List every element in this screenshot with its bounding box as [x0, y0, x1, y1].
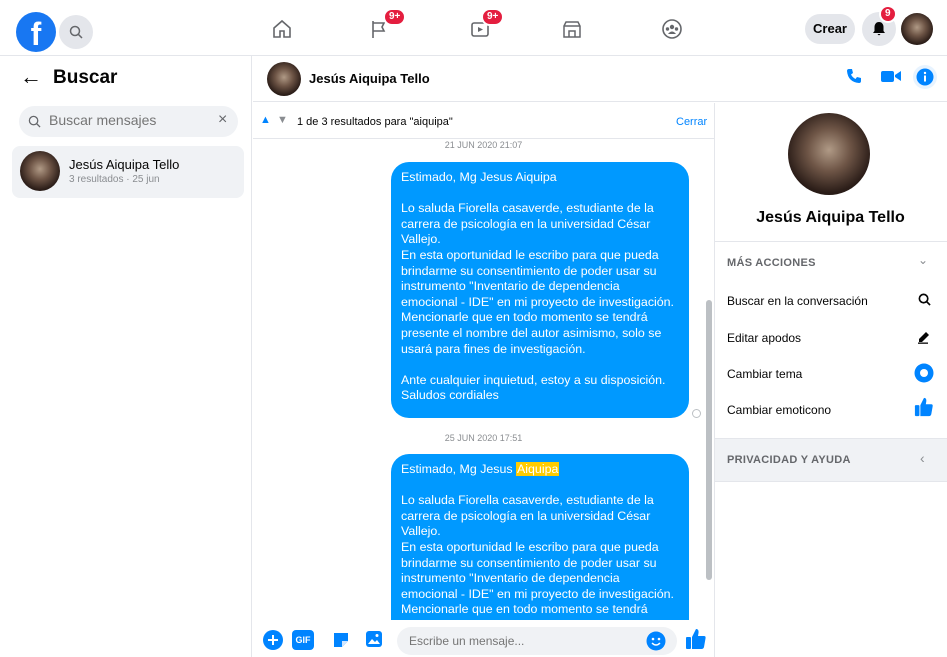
gif-icon[interactable]: GIF	[292, 630, 314, 650]
read-receipt-icon	[692, 409, 701, 418]
message-input[interactable]	[409, 634, 639, 648]
add-icon[interactable]	[263, 630, 283, 655]
message-search-box[interactable]: ×	[19, 106, 238, 137]
edit-nicknames-item[interactable]: Editar apodos	[727, 331, 801, 345]
search-status: 1 de 3 resultados para "aiquipa"	[297, 116, 453, 128]
emoji-icon[interactable]	[646, 631, 666, 656]
contact-profile-photo[interactable]	[788, 113, 870, 195]
video-call-icon[interactable]	[880, 68, 902, 89]
info-icon	[916, 68, 934, 86]
sticker-icon[interactable]	[331, 630, 351, 655]
change-theme-item[interactable]: Cambiar tema	[727, 367, 802, 381]
phone-icon[interactable]	[845, 67, 863, 90]
chat-avatar[interactable]	[267, 62, 301, 96]
groups-icon[interactable]	[650, 9, 694, 49]
search-highlight: Aiquipa	[516, 462, 560, 476]
message-text: Estimado, Mg Jesus Aiquipa Lo saluda Fio…	[401, 170, 674, 403]
message-bubble[interactable]: Estimado, Mg Jesus Aiquipa Lo saluda Fio…	[391, 162, 689, 418]
change-emoji-item[interactable]: Cambiar emoticono	[727, 403, 831, 417]
marketplace-icon[interactable]	[550, 9, 594, 49]
chat-scrollbar[interactable]	[706, 300, 712, 580]
message-text: Lo saluda Fiorella casaverde, estudiante…	[401, 493, 674, 617]
chevron-down-icon[interactable]: ⌄	[918, 253, 928, 267]
previous-result-icon[interactable]: ▲	[260, 114, 271, 126]
privacy-help-title[interactable]: PRIVACIDAD Y AYUDA	[727, 454, 851, 466]
result-meta: 3 resultados · 25 jun	[69, 174, 160, 185]
pencil-icon[interactable]	[913, 326, 935, 348]
message-date: 25 JUN 2020 17:51	[444, 433, 523, 443]
result-avatar	[20, 151, 60, 191]
chevron-left-icon[interactable]: ‹	[920, 450, 925, 466]
search-in-conversation-item[interactable]: Buscar en la conversación	[727, 294, 868, 308]
more-actions-title[interactable]: MÁS ACCIONES	[727, 257, 816, 269]
chat-contact-name[interactable]: Jesús Aiquipa Tello	[309, 71, 430, 86]
like-icon[interactable]	[913, 396, 935, 418]
like-icon[interactable]	[685, 627, 707, 656]
close-search-button[interactable]: Cerrar	[676, 116, 707, 128]
back-arrow-icon[interactable]: ←	[20, 64, 42, 90]
next-result-icon[interactable]: ▼	[277, 114, 288, 126]
message-date: 21 JUN 2020 21:07	[444, 140, 523, 150]
info-button[interactable]	[913, 65, 937, 89]
clear-search-icon[interactable]: ×	[218, 111, 227, 129]
search-messages-input[interactable]	[49, 112, 209, 128]
flag-badge: 9+	[383, 8, 407, 26]
message-input-box[interactable]	[397, 627, 677, 655]
search-icon	[28, 115, 41, 128]
video-badge: 9+	[481, 8, 505, 26]
search-icon[interactable]	[59, 15, 93, 49]
profile-avatar[interactable]	[901, 13, 933, 45]
notifications-badge: 9	[879, 5, 897, 23]
divider	[715, 241, 947, 242]
result-name: Jesús Aiquipa Tello	[69, 157, 180, 172]
panel-title: Buscar	[53, 67, 118, 88]
theme-icon[interactable]	[913, 362, 935, 384]
facebook-logo[interactable]: f	[16, 12, 56, 52]
message-greeting: Estimado, Mg Jesus	[401, 462, 517, 476]
contact-name: Jesús Aiquipa Tello	[756, 209, 905, 226]
message-bubble[interactable]: Estimado, Mg Jesus Aiquipa Lo saluda Fio…	[391, 454, 689, 620]
photo-icon[interactable]	[364, 629, 384, 654]
search-icon[interactable]	[913, 288, 935, 310]
home-icon[interactable]	[260, 9, 304, 49]
create-button[interactable]: Crear	[805, 14, 855, 44]
